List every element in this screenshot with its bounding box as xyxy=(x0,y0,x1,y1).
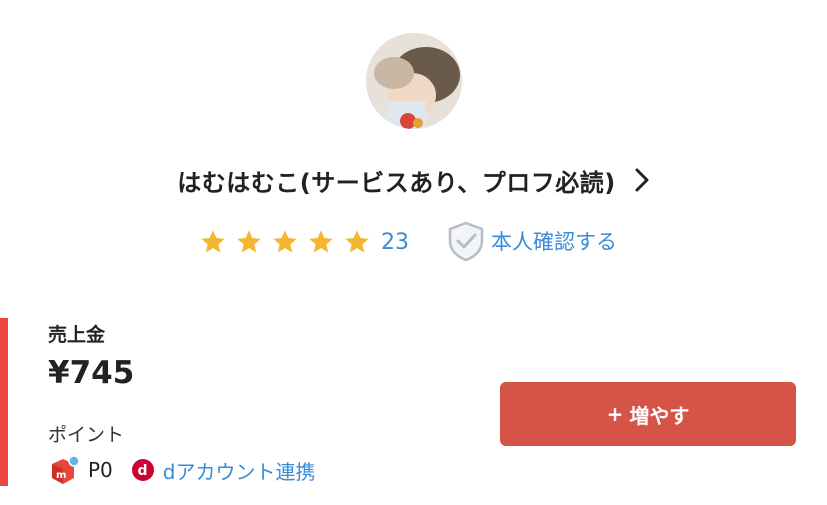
increase-label: 増やす xyxy=(629,403,690,428)
star-icon xyxy=(343,228,371,256)
chevron-right-icon xyxy=(634,167,650,193)
sales-label: 売上金 xyxy=(48,324,106,346)
sales-amount: ¥745 xyxy=(48,355,135,391)
mercari-m-icon: m xyxy=(48,454,80,486)
star-icon xyxy=(307,228,335,256)
star-icon xyxy=(235,228,263,256)
profile-name: はむはむこ(サービスあり、プロフ必読) xyxy=(177,168,616,197)
svg-text:m: m xyxy=(56,470,66,481)
docomo-d-icon: d xyxy=(131,458,155,482)
avatar-photo xyxy=(366,33,462,129)
accent-bar xyxy=(0,318,8,486)
d-account-link[interactable]: dアカウント連携 xyxy=(163,456,316,485)
verify-label: 本人確認する xyxy=(491,230,617,254)
avatar[interactable] xyxy=(366,33,462,129)
rating[interactable]: 23 xyxy=(199,224,409,260)
svg-text:d: d xyxy=(137,463,147,479)
star-icon xyxy=(271,228,299,256)
rating-count[interactable]: 23 xyxy=(381,230,409,255)
plus-icon: + xyxy=(606,402,624,426)
points-label: ポイント xyxy=(48,424,125,446)
star-icon xyxy=(199,228,227,256)
points-row: m P0 d dアカウント連携 xyxy=(48,453,316,487)
increase-sales-button[interactable]: + 増やす xyxy=(500,382,796,446)
identity-verify-link[interactable]: 本人確認する xyxy=(447,221,617,262)
profile-name-link[interactable]: はむはむこ(サービスあり、プロフ必読) xyxy=(0,158,827,202)
shield-check-icon xyxy=(447,221,485,262)
points-value: P0 xyxy=(88,458,113,482)
